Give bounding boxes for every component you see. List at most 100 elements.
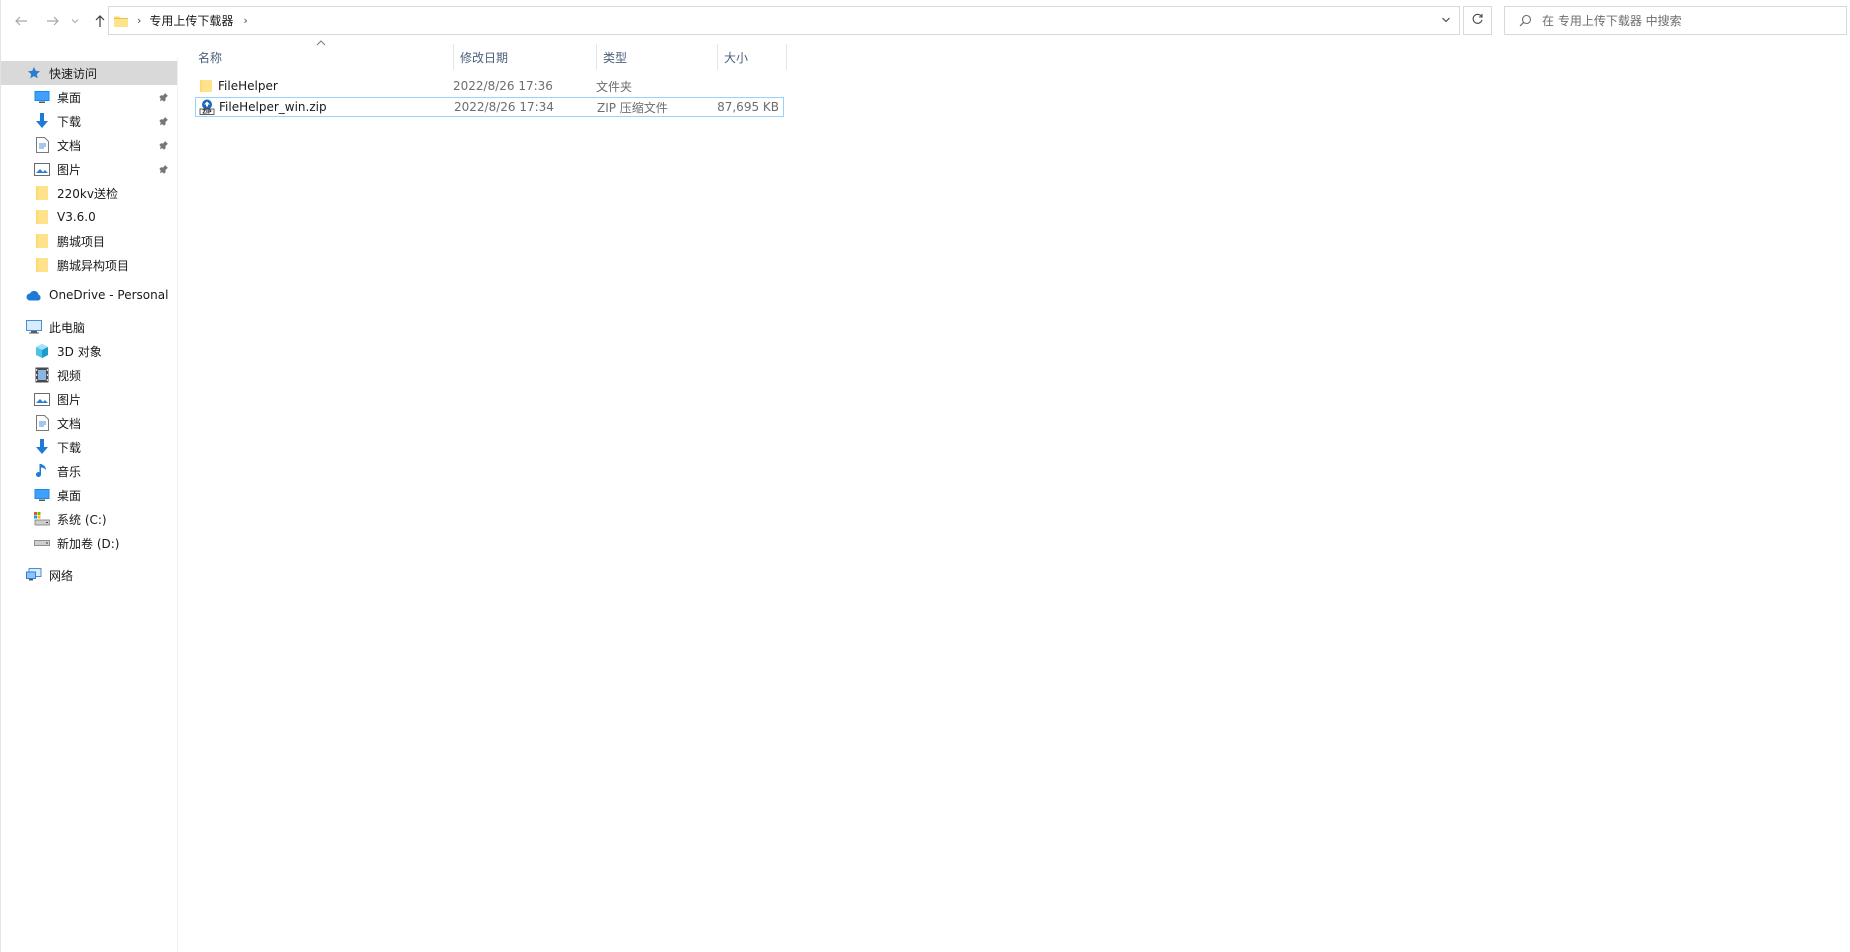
file-type: ZIP 压缩文件	[597, 100, 668, 115]
column-header-date[interactable]: 修改日期	[453, 42, 596, 72]
sidebar-item-label: 文档	[57, 138, 82, 153]
pin-icon	[158, 139, 170, 151]
chevron-down-icon	[71, 17, 79, 25]
folder-icon	[33, 184, 51, 202]
document-icon	[33, 414, 51, 432]
sidebar-item-documents[interactable]: 文档	[1, 411, 177, 435]
address-history-dropdown[interactable]	[1433, 7, 1459, 34]
sidebar-item-folder-pengcheng-heterogeneous[interactable]: 鹏城异构项目	[1, 253, 177, 277]
folder-icon	[198, 78, 214, 94]
sidebar-item-documents-pinned[interactable]: 文档	[1, 133, 177, 157]
sidebar-item-onedrive[interactable]: OneDrive - Personal	[1, 283, 177, 307]
sidebar-item-3d-objects[interactable]: 3D 对象	[1, 339, 177, 363]
address-bar[interactable]: › 专用上传下载器 ›	[108, 6, 1460, 35]
navigation-bar: › 专用上传下载器 ›	[1, 0, 1850, 42]
pin-icon	[158, 91, 170, 103]
pictures-icon	[33, 160, 51, 178]
pictures-icon	[33, 390, 51, 408]
sidebar-item-label: 新加卷 (D:)	[57, 536, 120, 551]
arrow-up-icon	[93, 14, 107, 28]
sidebar-item-label: 系统 (C:)	[57, 512, 107, 527]
column-header-type[interactable]: 类型	[596, 42, 717, 72]
desktop-icon	[33, 88, 51, 106]
arrow-right-icon	[46, 14, 60, 28]
sidebar-item-label: 下载	[57, 440, 82, 455]
network-icon	[25, 566, 43, 584]
file-name: FileHelper	[218, 79, 278, 93]
chevron-down-icon	[1441, 14, 1451, 28]
sidebar-item-quick-access[interactable]: 快速访问	[1, 61, 177, 85]
sidebar-item-label: OneDrive - Personal	[49, 288, 169, 302]
sidebar-item-drive-d[interactable]: 新加卷 (D:)	[1, 531, 177, 555]
document-icon	[33, 136, 51, 154]
sidebar-item-label: 下载	[57, 114, 82, 129]
column-header-size[interactable]: 大小	[717, 42, 786, 72]
star-icon	[25, 64, 43, 82]
sidebar-item-desktop[interactable]: 桌面	[1, 483, 177, 507]
pin-icon	[158, 115, 170, 127]
sidebar-item-system-drive[interactable]: 系统 (C:)	[1, 507, 177, 531]
cloud-icon	[25, 286, 43, 304]
file-list-view: 名称 修改日期 类型 大小 FileHelper 2022/8/26 17:36…	[191, 40, 1850, 952]
sidebar-item-downloads[interactable]: 下载	[1, 435, 177, 459]
music-icon	[33, 462, 51, 480]
back-button[interactable]	[11, 11, 31, 31]
sidebar-item-label: 鹏城项目	[57, 234, 106, 249]
sidebar-item-label: V3.6.0	[57, 210, 96, 224]
sidebar-item-folder-220kv[interactable]: 220kv送检	[1, 181, 177, 205]
file-explorer-window: › 专用上传下载器 › 快速访问	[0, 0, 1850, 952]
column-header-name[interactable]: 名称	[191, 42, 453, 72]
navigation-pane: 快速访问 桌面 下载 文档 图片 220kv送检 V3.6.0 鹏城项目 鹏城异…	[1, 58, 178, 952]
sidebar-item-label: 3D 对象	[57, 344, 102, 359]
search-box[interactable]	[1504, 6, 1847, 35]
sidebar-item-downloads-pinned[interactable]: 下载	[1, 109, 177, 133]
pin-icon	[158, 163, 170, 175]
sidebar-item-pictures-pinned[interactable]: 图片	[1, 157, 177, 181]
sidebar-item-this-pc[interactable]: 此电脑	[1, 315, 177, 339]
column-divider[interactable]	[786, 44, 787, 70]
folder-icon	[33, 232, 51, 250]
refresh-button[interactable]	[1463, 6, 1492, 35]
svg-text:ZIP: ZIP	[202, 110, 211, 116]
sidebar-item-label: 此电脑	[49, 320, 86, 335]
sidebar-item-music[interactable]: 音乐	[1, 459, 177, 483]
file-type: 文件夹	[596, 79, 633, 94]
breadcrumb-current-folder[interactable]: 专用上传下载器	[147, 10, 235, 31]
recent-locations-button[interactable]	[69, 11, 81, 31]
breadcrumb-separator[interactable]: ›	[137, 14, 141, 27]
sidebar-item-videos[interactable]: 视频	[1, 363, 177, 387]
sidebar-item-label: 图片	[57, 162, 82, 177]
forward-button[interactable]	[43, 11, 63, 31]
arrow-left-icon	[14, 14, 28, 28]
sidebar-item-folder-v360[interactable]: V3.6.0	[1, 205, 177, 229]
up-button[interactable]	[90, 11, 110, 31]
sidebar-item-label: 桌面	[57, 488, 82, 503]
file-row-filehelper-zip[interactable]: ZIP FileHelper_win.zip 2022/8/26 17:34 Z…	[195, 97, 784, 117]
search-input[interactable]	[1542, 13, 1822, 28]
sidebar-item-label: 220kv送检	[57, 186, 118, 201]
sidebar-item-network[interactable]: 网络	[1, 563, 177, 587]
sidebar-item-label: 快速访问	[49, 66, 98, 81]
sidebar-item-label: 网络	[49, 568, 74, 583]
videos-icon	[33, 366, 51, 384]
file-size: 87,695 KB	[717, 100, 779, 114]
sidebar-item-desktop-pinned[interactable]: 桌面	[1, 85, 177, 109]
sidebar-item-label: 视频	[57, 368, 82, 383]
folder-icon	[113, 13, 129, 29]
sidebar-item-label: 桌面	[57, 90, 82, 105]
zip-archive-icon: ZIP	[199, 99, 215, 115]
download-icon	[33, 438, 51, 456]
download-icon	[33, 112, 51, 130]
system-drive-icon	[33, 510, 51, 528]
folder-icon	[33, 208, 51, 226]
3d-objects-icon	[33, 342, 51, 360]
sidebar-item-pictures[interactable]: 图片	[1, 387, 177, 411]
folder-icon	[33, 256, 51, 274]
refresh-icon	[1471, 13, 1484, 29]
sidebar-item-folder-pengcheng[interactable]: 鹏城项目	[1, 229, 177, 253]
sidebar-item-label: 图片	[57, 392, 82, 407]
desktop-icon	[33, 486, 51, 504]
sidebar-item-label: 鹏城异构项目	[57, 258, 130, 273]
breadcrumb-separator-trailing[interactable]: ›	[243, 14, 247, 27]
file-row-filehelper-folder[interactable]: FileHelper 2022/8/26 17:36 文件夹	[195, 76, 784, 96]
